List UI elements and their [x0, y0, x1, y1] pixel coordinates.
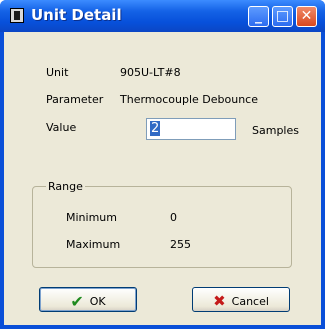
maximize-icon: □: [275, 8, 290, 24]
value-input[interactable]: 2: [146, 118, 236, 140]
checkmark-icon: ✔: [70, 292, 84, 311]
value-label: Value: [46, 121, 77, 134]
range-title: Range: [46, 180, 85, 193]
maximum-label: Maximum: [66, 238, 121, 251]
close-icon: ✕: [300, 8, 313, 24]
parameter-label: Parameter: [46, 93, 104, 106]
maximize-button[interactable]: □: [272, 6, 293, 27]
ok-button[interactable]: ✔ OK: [39, 287, 137, 312]
window-title: Unit Detail: [31, 6, 122, 24]
cancel-label: Cancel: [231, 295, 269, 308]
x-icon: ✖: [213, 292, 226, 310]
minimum-label: Minimum: [66, 211, 117, 224]
ok-label: OK: [89, 295, 106, 308]
value-input-text: 2: [150, 121, 161, 136]
parameter-value: Thermocouple Debounce: [120, 93, 258, 106]
cancel-button[interactable]: ✖ Cancel: [192, 287, 290, 312]
title-bar[interactable]: Unit Detail _ □ ✕: [0, 0, 325, 32]
minimize-button[interactable]: _: [248, 6, 269, 27]
minimize-icon: _: [255, 8, 262, 24]
dialog-window: Unit Detail _ □ ✕ Unit 905U-LT#8 Paramet…: [0, 0, 325, 329]
close-button[interactable]: ✕: [296, 6, 317, 27]
minimum-value: 0: [170, 211, 177, 224]
range-group: [32, 186, 292, 268]
maximum-value: 255: [170, 238, 191, 251]
app-icon: [10, 8, 24, 23]
unit-label: Unit: [46, 66, 69, 79]
value-units: Samples: [252, 124, 299, 137]
unit-value: 905U-LT#8: [120, 66, 181, 79]
